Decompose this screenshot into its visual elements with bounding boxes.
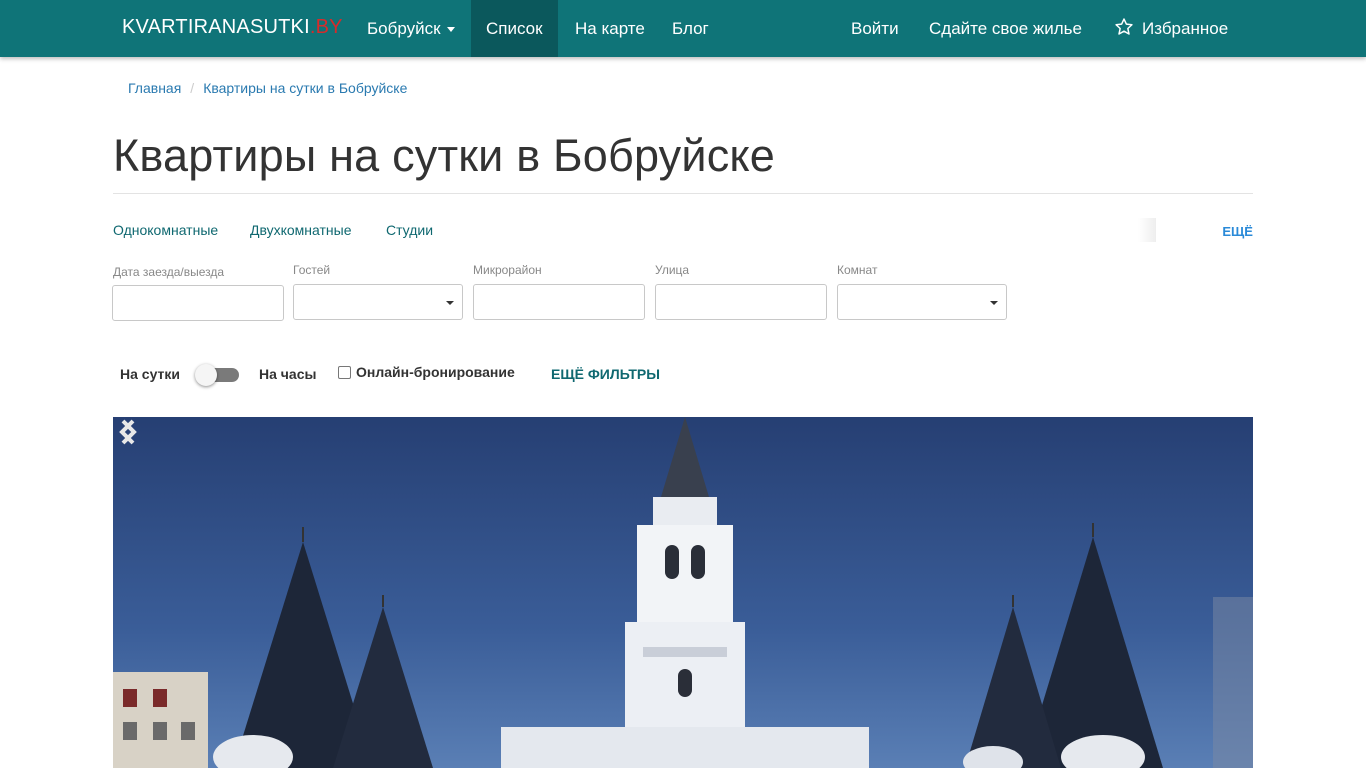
more-filters-button[interactable]: ЕЩЁ ФИЛЬТРЫ — [551, 366, 660, 382]
street-label: Улица — [655, 263, 690, 277]
login-link[interactable]: Войти — [836, 0, 914, 57]
dates-field[interactable] — [112, 285, 284, 321]
types-more-button[interactable]: ЕЩЁ — [1222, 224, 1253, 239]
rooms-select[interactable] — [837, 284, 1007, 320]
nav-list[interactable]: Список — [471, 0, 558, 57]
district-label: Микрорайон — [473, 263, 542, 277]
breadcrumb-current[interactable]: Квартиры на сутки в Бобруйске — [203, 80, 407, 96]
breadcrumb-separator: / — [190, 80, 195, 96]
street-input[interactable] — [655, 284, 827, 320]
dates-label: Дата заезда/выезда — [113, 265, 225, 279]
page-title: Квартиры на сутки в Бобруйске — [113, 130, 776, 181]
types-scroll-fade — [1138, 218, 1156, 242]
brand-main: KVARTIRANASUTKI — [122, 16, 310, 38]
site-logo[interactable]: KVARTIRANASUTKI.BY — [122, 16, 343, 39]
guests-label: Гостей — [293, 263, 331, 277]
hourly-label[interactable]: На часы — [259, 366, 316, 382]
favorites-label: Избранное — [1142, 19, 1229, 38]
favorites-link[interactable]: Избранное — [1099, 0, 1243, 57]
city-dropdown[interactable]: Бобруйск — [352, 0, 470, 57]
breadcrumb: Главная / Квартиры на сутки в Бобруйске — [128, 80, 407, 96]
district-input[interactable] — [473, 284, 645, 320]
breadcrumb-home[interactable]: Главная — [128, 80, 181, 96]
city-label: Бобруйск — [367, 19, 441, 38]
star-icon — [1115, 18, 1133, 35]
caret-down-icon — [446, 301, 454, 305]
title-divider — [113, 193, 1253, 194]
online-booking-checkbox[interactable] — [338, 366, 351, 379]
daily-hourly-toggle[interactable] — [195, 364, 241, 386]
nav-blog[interactable]: Блог — [657, 0, 724, 57]
daily-label[interactable]: На сутки — [120, 366, 180, 382]
guests-select[interactable] — [293, 284, 463, 320]
nav-list-label: Список — [486, 19, 543, 38]
chevron-right-icon[interactable] — [113, 417, 143, 447]
toggle-knob — [195, 364, 217, 386]
brand-tld: .BY — [309, 16, 343, 38]
type-one-room[interactable]: Однокомнатные — [113, 222, 218, 238]
top-navbar: KVARTIRANASUTKI.BY Бобруйск Список На ка… — [0, 0, 1366, 57]
rooms-label: Комнат — [837, 263, 878, 277]
type-studio[interactable]: Студии — [386, 222, 433, 238]
login-label: Войти — [851, 19, 899, 38]
nav-map-label: На карте — [575, 19, 645, 38]
church-photo — [113, 417, 1253, 768]
rent-out-link[interactable]: Сдайте свое жилье — [914, 0, 1097, 57]
caret-down-icon — [446, 27, 455, 33]
rent-out-label: Сдайте свое жилье — [929, 19, 1082, 38]
type-two-room[interactable]: Двухкомнатные — [250, 222, 352, 238]
nav-blog-label: Блог — [672, 19, 709, 38]
online-booking-label[interactable]: Онлайн-бронирование — [356, 364, 515, 380]
caret-down-icon — [990, 301, 998, 305]
nav-map[interactable]: На карте — [560, 0, 660, 57]
hero-carousel — [113, 417, 1253, 768]
